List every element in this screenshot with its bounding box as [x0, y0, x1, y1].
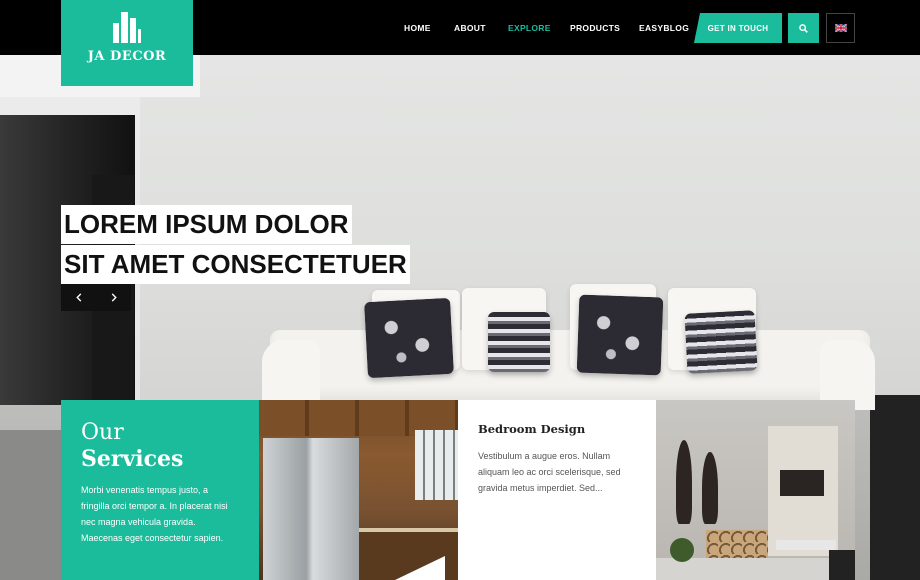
striped-pillow [684, 310, 758, 374]
nav-item-explore[interactable]: EXPLORE [508, 23, 551, 33]
logo[interactable]: JA DECOR [61, 0, 193, 86]
hero-caption-line-2: SIT AMET CONSECTETUER [61, 245, 410, 284]
kitchen-fridge [263, 438, 359, 580]
search-button[interactable] [788, 13, 819, 43]
language-selector[interactable] [826, 13, 855, 43]
page: JA DECOR HOME ABOUT EXPLORE PRODUCTS EAS… [0, 0, 920, 580]
services-title-light: Our [81, 420, 124, 445]
bedroom-design-card[interactable]: Bedroom Design Vestibulum a augue eros. … [458, 400, 656, 580]
striped-pillow [488, 312, 550, 372]
hero-floor-shadow [0, 430, 70, 580]
services-description: Morbi venenatis tempus justo, a fringill… [81, 485, 228, 543]
get-in-touch-button[interactable]: GET IN TOUCH [694, 13, 782, 43]
slider-next-button[interactable] [96, 284, 131, 311]
logo-text: JA DECOR [87, 49, 167, 64]
coffee-table [776, 540, 836, 550]
chevron-left-icon [75, 293, 81, 302]
nav-item-products[interactable]: PRODUCTS [570, 23, 620, 33]
floral-pillow [576, 294, 664, 376]
kitchen-window [415, 430, 458, 500]
services-title-bold: Services [81, 446, 184, 472]
services-intro: Our Services Morbi venenatis tempus just… [61, 400, 259, 580]
slider-prev-button[interactable] [61, 284, 96, 311]
slider-controls [61, 284, 131, 311]
chair [829, 550, 855, 580]
tall-vase [702, 452, 718, 524]
nav-item-home[interactable]: HOME [404, 23, 431, 33]
tall-vase [676, 440, 692, 524]
chevron-right-icon [111, 293, 117, 302]
nav-item-easyblog[interactable]: EASYBLOG [639, 23, 689, 33]
kitchen-image-tile[interactable] [259, 400, 458, 580]
building-icon [113, 12, 141, 43]
firewood-stack [706, 530, 768, 558]
uk-flag-icon [834, 24, 847, 32]
search-icon [799, 23, 808, 33]
floral-pillow [364, 297, 454, 379]
hero-caption-line-1: LOREM IPSUM DOLOR [61, 205, 352, 244]
hero-right-frame [870, 395, 920, 580]
card-title[interactable]: Bedroom Design [478, 422, 636, 436]
plant [670, 538, 694, 562]
nav-item-about[interactable]: ABOUT [454, 23, 486, 33]
living-room-image-tile[interactable] [656, 400, 855, 580]
card-description: Vestibulum a augue eros. Nullam aliquam … [478, 451, 621, 493]
fireplace-opening [780, 470, 824, 496]
